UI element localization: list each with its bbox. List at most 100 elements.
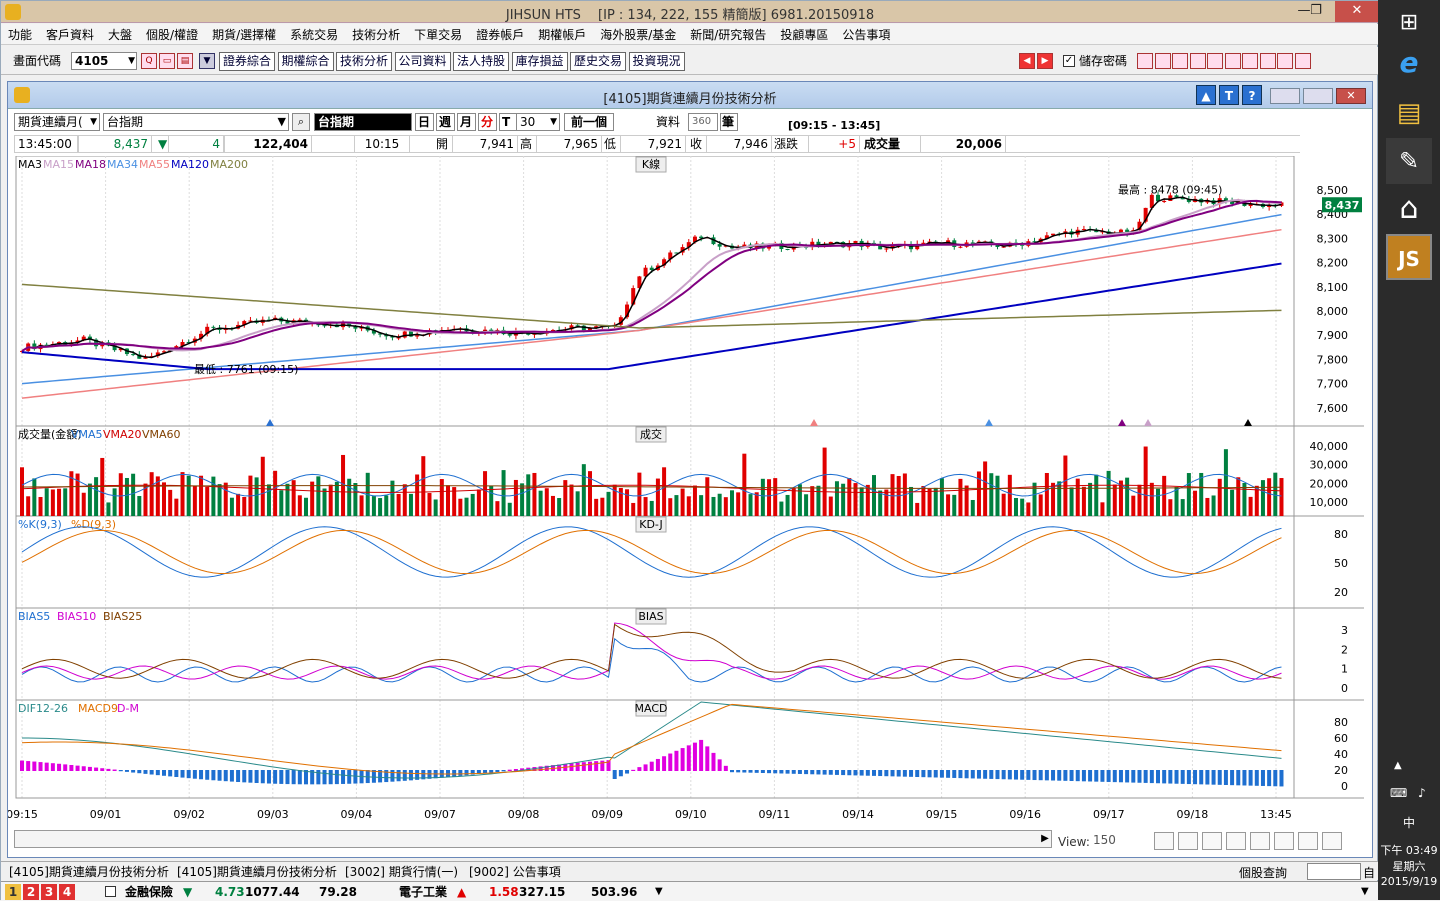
view-count[interactable]: 150 xyxy=(1090,832,1148,850)
y-tick-bias: 0 xyxy=(1341,682,1348,695)
text-tool-icon[interactable]: T xyxy=(1219,85,1239,105)
stock-query-input[interactable] xyxy=(1307,863,1361,880)
macd-bar xyxy=(112,769,117,771)
toolbar-button-6[interactable]: 歷史交易 xyxy=(570,52,627,71)
home-icon[interactable]: ⌂ xyxy=(1386,186,1432,232)
restore-button[interactable]: ❐ xyxy=(1303,1,1329,22)
macd-bar xyxy=(1168,770,1173,784)
network-icon[interactable]: ⌨ xyxy=(1390,786,1407,800)
panel-tag-bias: BIAS xyxy=(635,608,667,625)
text-icon[interactable] xyxy=(1207,53,1223,69)
period-button-2[interactable]: 月 xyxy=(457,113,476,131)
edit-icon[interactable] xyxy=(1242,53,1258,69)
menu-item-1[interactable]: 客戶資料 xyxy=(39,24,101,44)
print-icon-2[interactable] xyxy=(1172,53,1188,69)
volume-bar xyxy=(304,497,308,516)
ie-icon[interactable]: e xyxy=(1386,40,1432,86)
toolbar-button-5[interactable]: 庫存損益 xyxy=(511,52,568,71)
period-button-0[interactable]: 日 xyxy=(415,113,434,131)
ime-indicator[interactable]: 中 xyxy=(1378,814,1440,831)
chart-scrollbar[interactable] xyxy=(14,830,1052,848)
menu-item-5[interactable]: 系統交易 xyxy=(283,24,345,44)
tab-0[interactable]: [4105]期貨連續月份技術分析 xyxy=(9,863,169,880)
jihsun-app-icon[interactable]: JS xyxy=(1386,234,1432,280)
toolbar-button-0[interactable]: 證券綜合 xyxy=(219,52,276,71)
menu-item-4[interactable]: 期貨/選擇權 xyxy=(205,24,283,44)
doc-icon[interactable] xyxy=(1294,53,1311,69)
menu-item-8[interactable]: 證券帳戶 xyxy=(469,24,531,44)
redo-icon[interactable] xyxy=(1178,832,1198,850)
product-type-select[interactable]: 期貨連續月(▼ xyxy=(14,113,100,131)
up-triangle-icon[interactable]: ▲ xyxy=(1196,85,1216,105)
scroll-right-icon[interactable]: ▶ xyxy=(1038,831,1052,847)
menu-item-12[interactable]: 投顧專區 xyxy=(773,24,835,44)
volume-bar xyxy=(186,475,191,516)
folder-icon[interactable]: ▤ xyxy=(1386,90,1432,136)
sub-minimize-button[interactable] xyxy=(1270,88,1300,104)
undo-icon[interactable] xyxy=(1154,832,1174,850)
period-button-3[interactable]: 分 xyxy=(478,113,497,131)
menu-item-9[interactable]: 期權帳戶 xyxy=(531,24,593,44)
paint-icon[interactable]: ✎ xyxy=(1386,138,1432,184)
menu-item-0[interactable]: 功能 xyxy=(1,24,39,44)
back-icon-2[interactable] xyxy=(1202,832,1222,850)
toolbar-button-3[interactable]: 公司資料 xyxy=(394,52,451,71)
window-icon[interactable]: ▭ xyxy=(159,53,175,69)
status-num-0[interactable]: 1 xyxy=(5,884,21,900)
volume-icon[interactable]: ♪ xyxy=(1418,786,1426,800)
menu-item-11[interactable]: 新聞/研究報告 xyxy=(683,24,773,44)
menu-item-10[interactable]: 海外股票/基金 xyxy=(593,24,683,44)
forward-icon[interactable]: ▶ xyxy=(1037,53,1053,69)
list-icon[interactable] xyxy=(1224,53,1241,69)
toolbar-button-4[interactable]: 法人持股 xyxy=(453,52,510,71)
cancel-icon[interactable] xyxy=(1154,53,1171,69)
help-icon[interactable]: ? xyxy=(1242,85,1262,105)
table-icon[interactable] xyxy=(1274,832,1294,850)
menu-item-2[interactable]: 大盤 xyxy=(101,24,139,44)
copy-icon[interactable] xyxy=(1277,53,1293,69)
magnifier-icon[interactable]: ⌕ xyxy=(292,113,310,131)
period-button-1[interactable]: 週 xyxy=(436,113,455,131)
sub-restore-button[interactable] xyxy=(1303,88,1333,104)
code-input[interactable]: 4105 ▼ xyxy=(71,52,137,70)
menu-item-7[interactable]: 下單交易 xyxy=(407,24,469,44)
toolbar-button-7[interactable]: 投資現況 xyxy=(628,52,685,71)
forward-icon-2[interactable] xyxy=(1226,832,1246,850)
macd-bar xyxy=(723,765,728,771)
tab-3[interactable]: [9002] 公告事項 xyxy=(469,863,561,880)
prev-button[interactable]: 前一個 xyxy=(564,113,614,131)
product-select[interactable]: 台指期 ▼ xyxy=(103,113,289,131)
data-count-input[interactable]: 360 xyxy=(688,113,718,131)
data-unit-button[interactable]: 筆 xyxy=(720,113,738,131)
sub-close-button[interactable]: ✕ xyxy=(1336,88,1366,104)
minutes-select[interactable]: 30 ▼ xyxy=(516,113,560,131)
tab-1[interactable]: [4105]期貨連續月份技術分析 xyxy=(177,863,337,880)
toolbar-button-1[interactable]: 期權綜合 xyxy=(277,52,334,71)
technical-chart[interactable]: 09:15 09/01 09/02 09/03 09/04 09/07 09/08 09/09… xyxy=(8,156,1372,828)
tab-2[interactable]: [3002] 期貨行情(一) xyxy=(345,863,458,880)
menu-item-13[interactable]: 公告事項 xyxy=(835,24,897,44)
status-num-3[interactable]: 4 xyxy=(59,884,75,900)
status-dropdown-icon[interactable]: ▼ xyxy=(655,884,663,900)
quick-search-input[interactable]: 台指期 xyxy=(314,113,412,131)
tray-up-icon[interactable]: ▲ xyxy=(1394,760,1402,771)
print-icon[interactable]: ▤ xyxy=(177,53,193,69)
copy-window-icon[interactable] xyxy=(1250,832,1270,850)
status-num-2[interactable]: 3 xyxy=(41,884,57,900)
dropdown-icon[interactable]: ▼ xyxy=(199,53,215,69)
status-checkbox[interactable] xyxy=(105,886,116,897)
toolbar-button-2[interactable]: 技術分析 xyxy=(336,52,393,71)
scissors-icon[interactable] xyxy=(1259,53,1276,69)
settings-icon[interactable] xyxy=(1322,832,1342,850)
menu-item-3[interactable]: 個股/權證 xyxy=(139,24,205,44)
close-button[interactable]: ✕ xyxy=(1335,1,1379,22)
pen-icon[interactable] xyxy=(1137,53,1153,69)
status-num-1[interactable]: 2 xyxy=(23,884,39,900)
save-password-checkbox[interactable]: ✓ xyxy=(1063,55,1075,67)
search-icon[interactable]: Q xyxy=(141,53,157,69)
pencil-icon[interactable] xyxy=(1298,832,1318,850)
status-dropdown-right-icon[interactable]: ▼ xyxy=(1361,884,1369,900)
back-icon[interactable]: ◀ xyxy=(1019,53,1035,69)
tools-icon[interactable] xyxy=(1189,53,1206,69)
menu-item-6[interactable]: 技術分析 xyxy=(345,24,407,44)
